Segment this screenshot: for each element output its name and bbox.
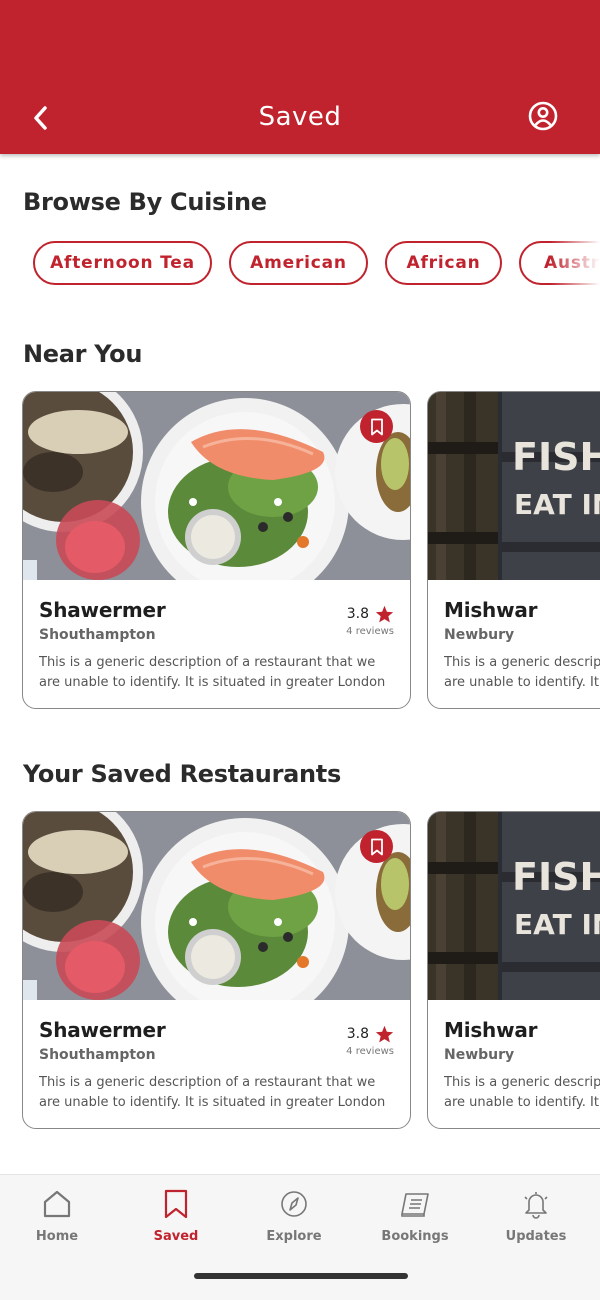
restaurant-name: Mishwar <box>444 1018 538 1042</box>
restaurant-description: This is a generic description of a resta… <box>39 1073 391 1113</box>
rating-value: 3.8 <box>346 1026 369 1042</box>
restaurant-name: Mishwar <box>444 598 538 622</box>
tab-label: Home <box>35 1229 79 1244</box>
tab-home[interactable]: Home <box>7 1187 107 1251</box>
tab-label: Bookings <box>381 1229 449 1244</box>
description-line: This is a generic description of a resta… <box>39 655 376 670</box>
user-icon <box>528 101 558 131</box>
cuisine-chip[interactable]: Afternoon Tea <box>33 241 212 285</box>
photo-sign-text: FISH & <box>512 435 600 479</box>
cuisine-chip-list[interactable]: Afternoon Tea American African Australia… <box>0 240 600 288</box>
compass-icon <box>281 1191 307 1217</box>
tab-bookings[interactable]: Bookings <box>365 1187 465 1251</box>
restaurant-card[interactable]: FISH & EAT IN OR Mishwar Newbury This is… <box>427 391 600 709</box>
tab-explore[interactable]: Explore <box>244 1187 344 1251</box>
section-title-cuisine: Browse By Cuisine <box>23 188 267 216</box>
star-icon <box>375 1025 394 1043</box>
description-line: are unable to identify. It is situated i… <box>444 675 600 690</box>
restaurant-photo: FISH & EAT IN OR <box>428 392 600 580</box>
section-title-near-you: Near You <box>23 340 143 368</box>
description-line: This is a generic description of a resta… <box>39 1075 376 1090</box>
restaurant-city: Shouthampton <box>39 1047 156 1063</box>
restaurant-description: This is a generic description of a resta… <box>39 653 391 693</box>
restaurant-description: This is a generic description of a resta… <box>444 1073 600 1113</box>
bookmark-button[interactable] <box>360 410 393 443</box>
home-indicator <box>194 1273 408 1279</box>
restaurant-description: This is a generic description of a resta… <box>444 653 600 693</box>
restaurant-photo <box>23 812 410 1000</box>
review-count: 4 reviews <box>346 626 394 637</box>
cuisine-chip[interactable]: African <box>385 241 502 285</box>
restaurant-photo: FISH & EAT IN OR <box>428 812 600 1000</box>
cuisine-chip[interactable]: American <box>229 241 368 285</box>
restaurant-photo <box>23 392 410 580</box>
page-title: Saved <box>258 102 342 132</box>
rating: 3.8 <box>347 1025 394 1043</box>
restaurant-city: Shouthampton <box>39 627 156 643</box>
description-line: This is a generic description of a resta… <box>444 655 600 670</box>
photo-sign-text: EAT IN OR <box>514 908 600 941</box>
photo-sign-text: FISH & <box>512 855 600 899</box>
description-line: are unable to identify. It is situated i… <box>444 1095 600 1110</box>
profile-button[interactable] <box>527 100 559 132</box>
description-line: are unable to identify. It is situated i… <box>39 1095 386 1110</box>
tab-updates[interactable]: Updates <box>486 1187 586 1251</box>
restaurant-card[interactable]: FISH & EAT IN OR Mishwar Newbury This is… <box>427 811 600 1129</box>
restaurant-card[interactable]: Shawermer Shouthampton 3.8 4 reviews Thi… <box>22 811 411 1129</box>
app-header: Saved <box>0 0 600 154</box>
description-line: are unable to identify. It is situated i… <box>39 675 386 690</box>
tab-saved[interactable]: Saved <box>126 1187 226 1251</box>
bookmark-icon <box>164 1189 188 1219</box>
near-you-carousel[interactable]: Shawermer Shouthampton 3.8 4 reviews Thi… <box>0 391 600 713</box>
menu-card-icon <box>401 1193 429 1217</box>
bell-icon <box>524 1192 548 1219</box>
tab-label: Explore <box>266 1229 322 1244</box>
home-icon <box>43 1190 71 1218</box>
description-line: This is a generic description of a resta… <box>444 1075 600 1090</box>
restaurant-name: Shawermer <box>39 598 166 622</box>
scroll-fade <box>550 240 600 288</box>
photo-sign-text: EAT IN OR <box>514 488 600 521</box>
bookmark-button[interactable] <box>360 830 393 863</box>
restaurant-city: Newbury <box>444 627 515 643</box>
bookmark-icon <box>370 418 383 435</box>
rating: 3.8 <box>347 605 394 623</box>
bottom-tab-bar: Home Saved Explore Bookings Updates <box>0 1174 600 1300</box>
restaurant-card[interactable]: Shawermer Shouthampton 3.8 4 reviews Thi… <box>22 391 411 709</box>
star-icon <box>375 605 394 623</box>
tab-label: Saved <box>153 1229 199 1244</box>
restaurant-name: Shawermer <box>39 1018 166 1042</box>
section-title-saved: Your Saved Restaurants <box>23 760 341 788</box>
bookmark-icon <box>370 838 383 855</box>
review-count: 4 reviews <box>346 1046 394 1057</box>
saved-carousel[interactable]: Shawermer Shouthampton 3.8 4 reviews Thi… <box>0 811 600 1133</box>
restaurant-city: Newbury <box>444 1047 515 1063</box>
tab-label: Updates <box>505 1229 567 1244</box>
rating-value: 3.8 <box>346 606 369 622</box>
